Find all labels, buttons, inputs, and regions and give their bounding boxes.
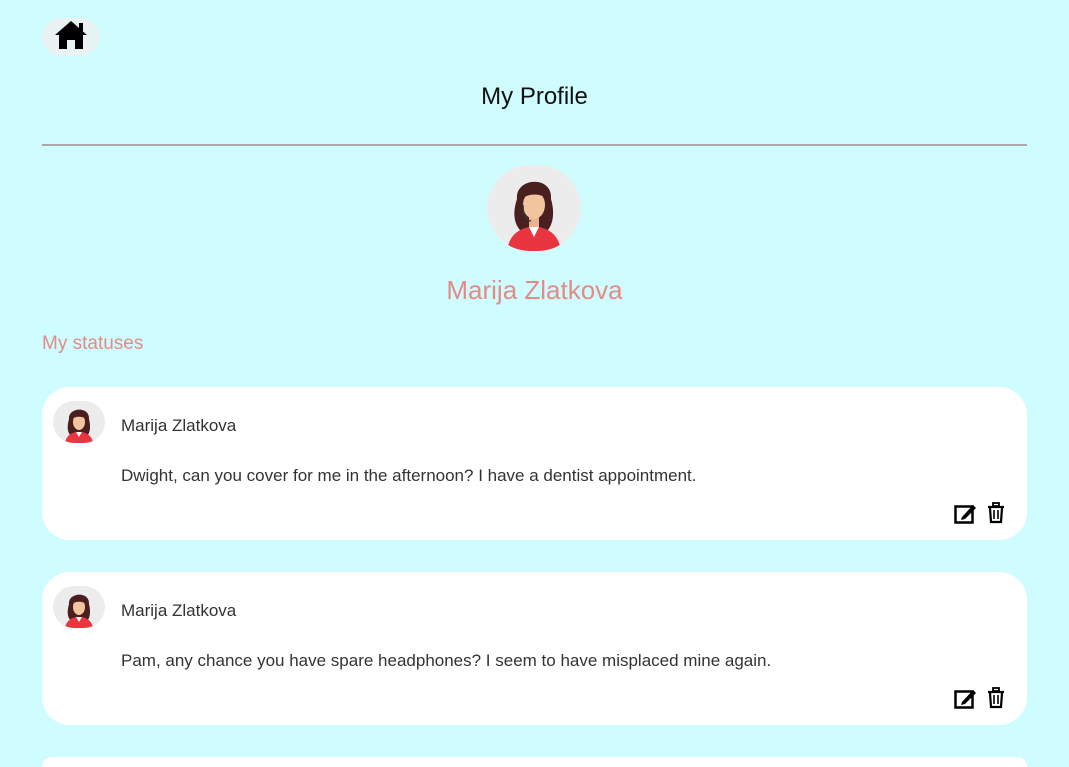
trash-icon [987, 686, 1005, 714]
status-author: Marija Zlatkova [121, 601, 237, 620]
status-card-partial [42, 757, 1027, 767]
status-card: Marija Zlatkova Pam, any chance you have… [42, 572, 1027, 725]
delete-button[interactable] [984, 501, 1008, 529]
status-actions [954, 686, 1008, 714]
section-heading: My statuses [42, 333, 144, 354]
edit-icon [954, 687, 978, 714]
edit-button[interactable] [954, 688, 978, 712]
status-text: Pam, any chance you have spare headphone… [121, 651, 772, 670]
profile-avatar [487, 165, 581, 251]
divider [42, 144, 1027, 146]
profile-name: Marija Zlatkova [446, 275, 623, 305]
status-text: Dwight, can you cover for me in the afte… [121, 466, 697, 485]
avatar [53, 401, 105, 443]
status-actions [954, 501, 1008, 529]
status-card: Marija Zlatkova Dwight, can you cover fo… [42, 387, 1027, 540]
page-title: My Profile [481, 83, 588, 110]
edit-icon [954, 502, 978, 529]
status-author: Marija Zlatkova [121, 416, 237, 435]
profile-page: My Profile Marija Zlatkova My statuses M… [0, 0, 1069, 767]
home-button[interactable] [42, 18, 100, 56]
avatar [53, 586, 105, 628]
house-icon [54, 19, 88, 56]
trash-icon [987, 501, 1005, 529]
edit-button[interactable] [954, 503, 978, 527]
delete-button[interactable] [984, 686, 1008, 714]
